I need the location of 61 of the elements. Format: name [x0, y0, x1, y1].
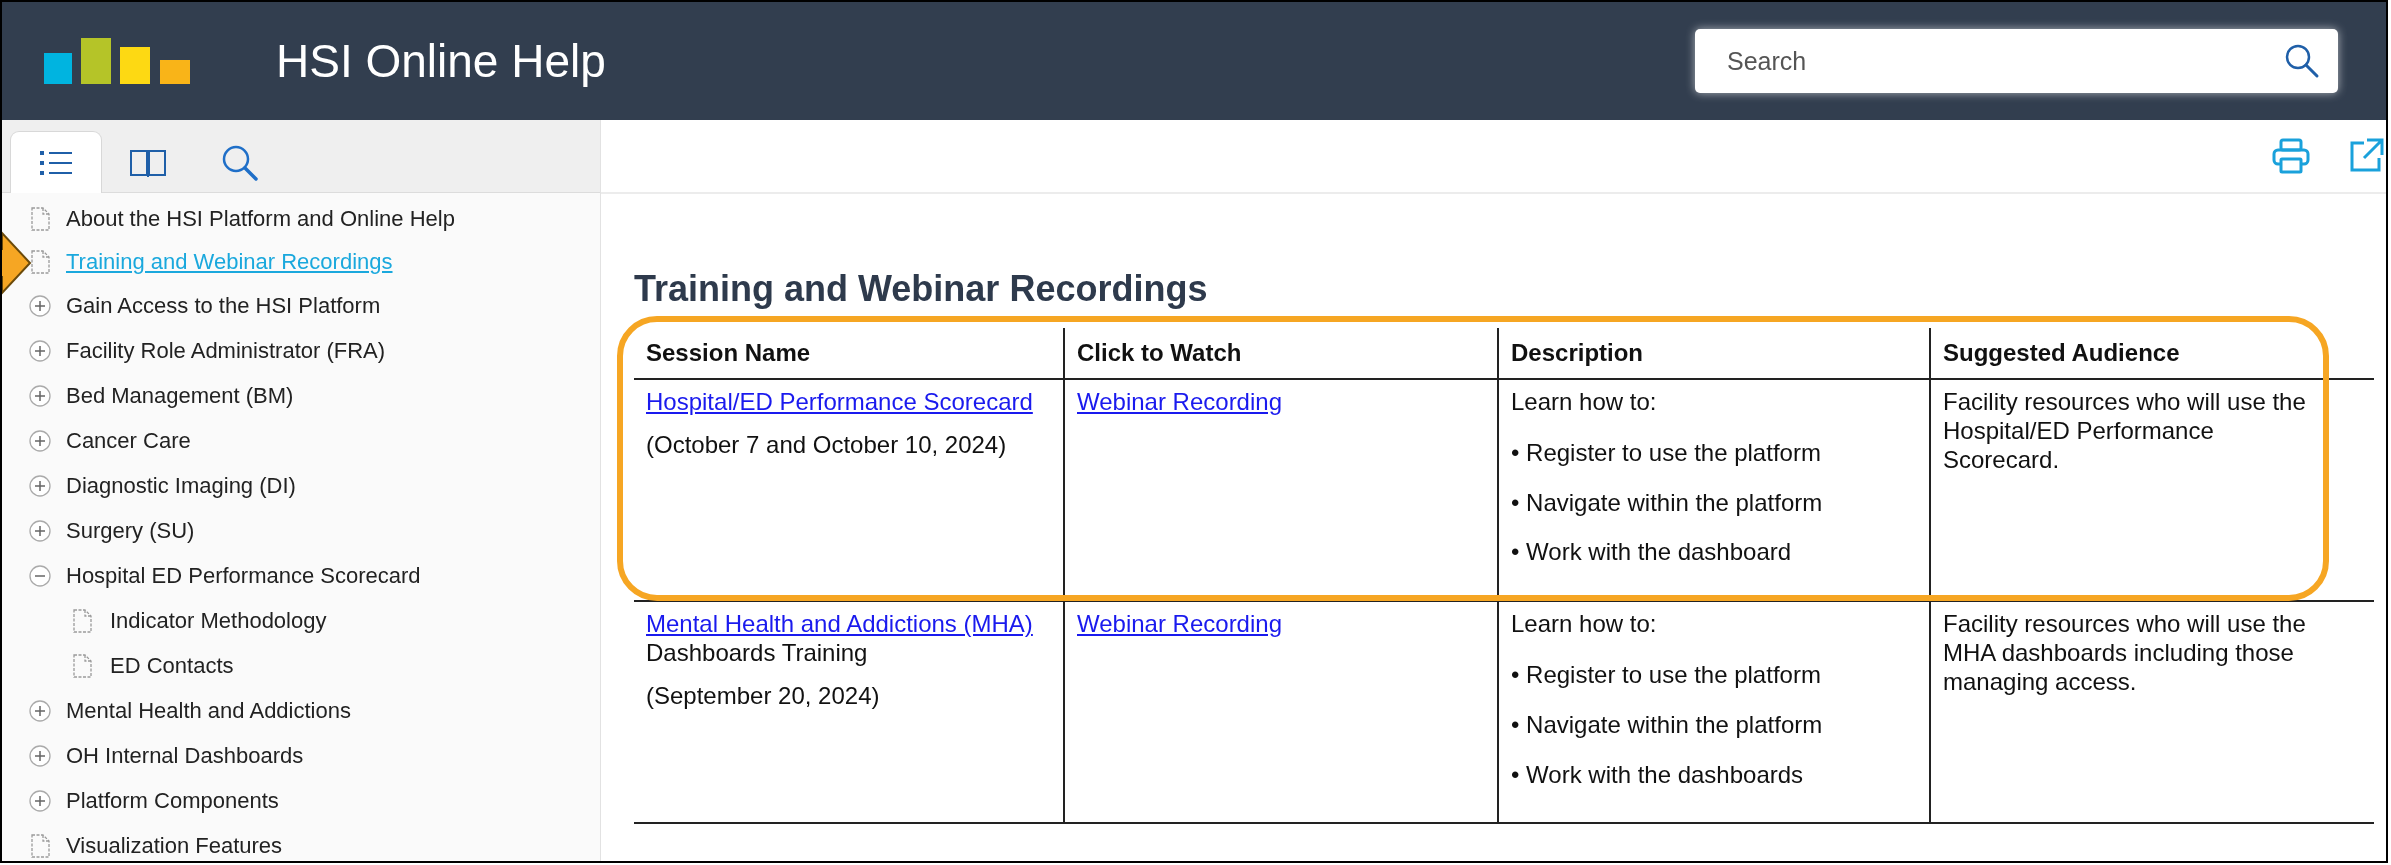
description-bullet: • Work with the dashboard [1511, 538, 1793, 568]
session-link[interactable]: Mental Health and Addictions (MHA) [646, 610, 1033, 638]
webinar-link[interactable]: Webinar Recording [1077, 388, 1282, 415]
sidebar-item[interactable]: Surgery (SU) [66, 517, 195, 544]
column-header: Description [1498, 328, 1930, 379]
session-link[interactable]: Hospital/ED Performance Scorecard [646, 388, 1033, 415]
expand-icon[interactable] [29, 384, 51, 407]
sidebar-item[interactable]: Hospital ED Performance Scorecard [66, 562, 421, 589]
search-icon [221, 143, 259, 182]
sidebar-item[interactable]: Bed Management (BM) [66, 382, 294, 409]
expand-icon[interactable] [29, 744, 51, 767]
list-icon [39, 149, 73, 176]
expand-icon[interactable] [29, 699, 51, 722]
session-date: (October 7 and October 10, 2024) [646, 430, 1008, 460]
description-bullet: • Navigate within the platform [1511, 710, 1824, 740]
search-field[interactable]: Search [1695, 29, 2338, 93]
sidebar-item[interactable]: OH Internal Dashboards [66, 742, 304, 769]
description-bullet: • Register to use the platform [1511, 661, 1822, 690]
page-heading: Training and Webinar Recordings [634, 268, 1209, 310]
page-icon [72, 653, 92, 678]
sidebar-item[interactable]: Cancer Care [66, 427, 191, 454]
sidebar-item[interactable]: Indicator Methodology [110, 607, 327, 634]
description-bullet: • Register to use the platform [1511, 438, 1822, 468]
webinar-link[interactable]: Webinar Recording [1077, 610, 1282, 638]
description-intro: Learn how to: [1511, 610, 1658, 639]
expand-icon[interactable] [29, 789, 51, 812]
expand-icon[interactable] [29, 429, 51, 452]
sidebar-item[interactable]: Platform Components [66, 787, 279, 814]
column-header: Click to Watch [1064, 328, 1498, 379]
audience-text: Facility resources who will use the MHA dashboards including those managing access. [1943, 610, 2306, 695]
sidebar-item[interactable]: Visualization Features [66, 832, 283, 859]
expand-icon[interactable] [29, 474, 51, 497]
page-icon [30, 206, 50, 231]
book-icon [129, 147, 167, 178]
print-icon[interactable] [2272, 138, 2310, 174]
external-link-icon[interactable] [2348, 138, 2384, 174]
expand-icon[interactable] [29, 519, 51, 542]
sidebar-tab[interactable] [10, 131, 102, 193]
description-intro: Learn how to: [1511, 388, 1658, 417]
description-bullet: • Navigate within the platform [1511, 488, 1824, 518]
page-icon [72, 608, 92, 633]
sidebar-item[interactable]: Gain Access to the HSI Platform [66, 292, 381, 319]
audience-text: Facility resources who will use the Hospital/ED Performance Scorecard. [1943, 388, 2306, 473]
search-icon[interactable] [2284, 43, 2320, 79]
expand-icon[interactable] [29, 339, 51, 362]
collapse-icon[interactable] [29, 564, 51, 587]
app-title: HSI Online Help [276, 34, 606, 88]
page-icon [30, 833, 50, 858]
column-header: Suggested Audience [1930, 328, 2374, 379]
sidebar-item[interactable]: Mental Health and Addictions [66, 697, 351, 724]
sidebar-item[interactable]: Facility Role Administrator (FRA) [66, 337, 386, 364]
session-name: Mental Health and Addictions (MHA) Dashboards Training [646, 610, 1033, 666]
sidebar-item[interactable]: ED Contacts [110, 652, 234, 679]
column-header: Session Name [634, 328, 1064, 379]
expand-icon[interactable] [29, 294, 51, 317]
sidebar-item[interactable]: About the HSI Platform and Online Help [66, 205, 455, 232]
logo-icon [44, 38, 190, 84]
description-bullet: • Work with the dashboards [1511, 760, 1805, 790]
page-icon [30, 249, 50, 274]
session-date: (September 20, 2024) [646, 681, 881, 711]
sidebar-item[interactable]: Diagnostic Imaging (DI) [66, 472, 296, 499]
